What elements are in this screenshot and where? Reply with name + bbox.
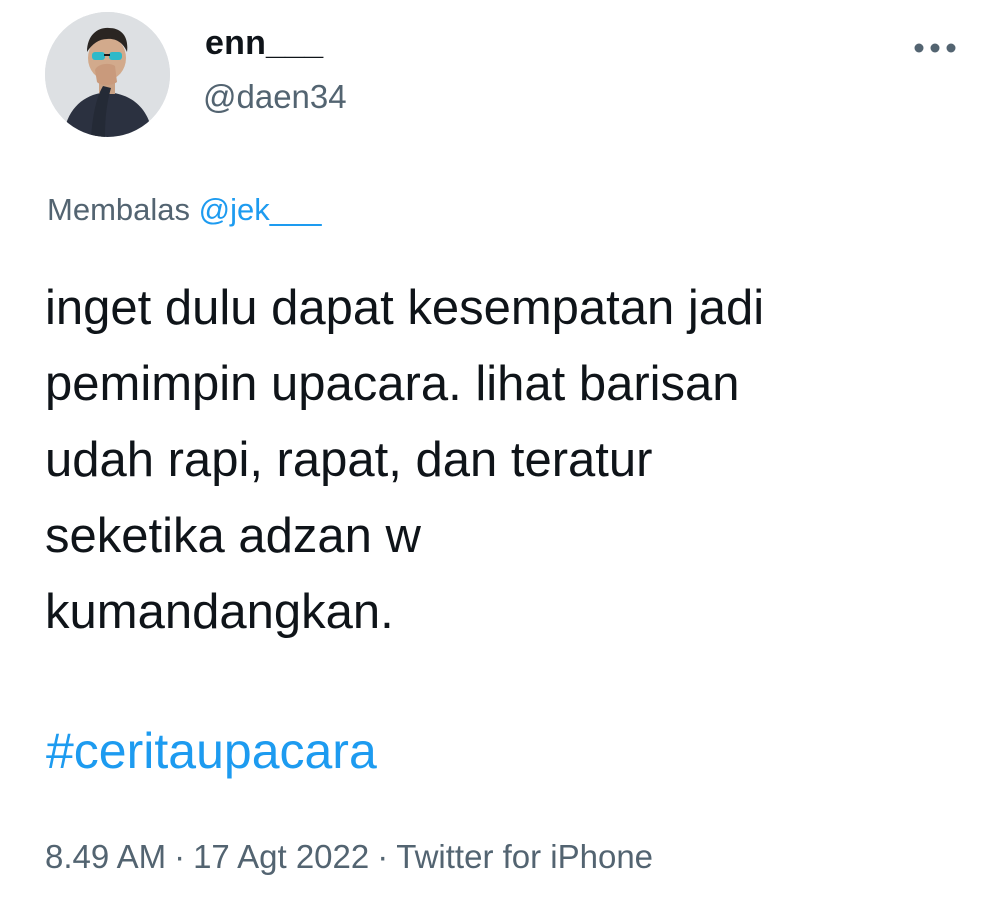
avatar[interactable]	[45, 12, 170, 137]
reply-prefix: Membalas	[47, 192, 190, 227]
tweet-card: enn___ @daen34 Membalas @jek___ inget du…	[0, 0, 1000, 910]
tweet-source-link[interactable]: Twitter for iPhone	[396, 838, 653, 875]
reply-context: Membalas @jek___	[47, 192, 321, 228]
display-name[interactable]: enn___	[205, 24, 323, 63]
hashtag-link[interactable]: #ceritaupacara	[46, 722, 377, 780]
tweet-text-line: kumandangkan.	[45, 585, 394, 639]
tweet-text-line: udah rapi, rapat, dan teratur	[45, 433, 653, 487]
avatar-image	[45, 12, 170, 137]
tweet-metadata: 8.49 AM · 17 Agt 2022 · Twitter for iPhone	[45, 838, 653, 876]
user-handle[interactable]: @daen34	[203, 78, 347, 116]
more-options-button[interactable]	[910, 28, 960, 68]
tweet-text: inget dulu dapat kesempatan jadi pemimpi…	[45, 270, 965, 650]
tweet-text-line: seketika adzan w	[45, 509, 421, 563]
meta-separator: ·	[174, 838, 186, 875]
tweet-time-link[interactable]: 8.49 AM	[45, 838, 166, 875]
reply-mention-link[interactable]: @jek___	[199, 192, 322, 227]
more-horizontal-icon	[914, 43, 956, 53]
tweet-text-line: inget dulu dapat kesempatan jadi	[45, 281, 765, 335]
tweet-date-link[interactable]: 17 Agt 2022	[193, 838, 369, 875]
tweet-text-line: pemimpin upacara. lihat barisan	[45, 357, 740, 411]
meta-separator: ·	[377, 838, 389, 875]
